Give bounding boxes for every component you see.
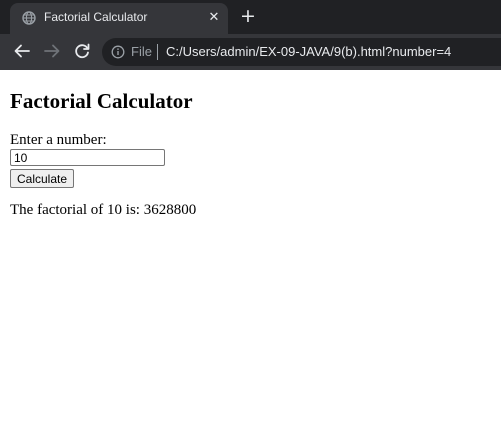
arrow-right-icon[interactable]: [40, 39, 64, 63]
browser-toolbar: File C:/Users/admin/EX-09-JAVA/9(b).html…: [0, 34, 501, 70]
url-text[interactable]: C:/Users/admin/EX-09-JAVA/9(b).html?numb…: [166, 44, 451, 59]
address-bar[interactable]: File C:/Users/admin/EX-09-JAVA/9(b).html…: [102, 38, 501, 66]
page-title: Factorial Calculator: [10, 89, 193, 113]
new-tab-button[interactable]: +: [238, 5, 258, 27]
close-icon[interactable]: ✕: [206, 9, 222, 27]
tab-strip: Factorial Calculator ✕ +: [0, 0, 501, 34]
page-content: Factorial Calculator Enter a number: Cal…: [0, 70, 501, 425]
globe-icon: [22, 11, 36, 25]
url-divider: [157, 44, 158, 60]
scheme-label: File: [131, 44, 152, 59]
calculate-button[interactable]: Calculate: [10, 169, 74, 188]
info-icon[interactable]: [111, 45, 125, 59]
tab-title: Factorial Calculator: [44, 10, 148, 24]
browser-chrome: Factorial Calculator ✕ + File C:/Users/a…: [0, 0, 501, 70]
reload-icon[interactable]: [70, 39, 94, 63]
number-input[interactable]: [10, 149, 165, 166]
arrow-left-icon[interactable]: [10, 39, 34, 63]
tab-factorial-calculator[interactable]: Factorial Calculator ✕: [10, 3, 228, 34]
number-label: Enter a number:: [10, 132, 107, 148]
result-text: The factorial of 10 is: 3628800: [10, 202, 197, 218]
